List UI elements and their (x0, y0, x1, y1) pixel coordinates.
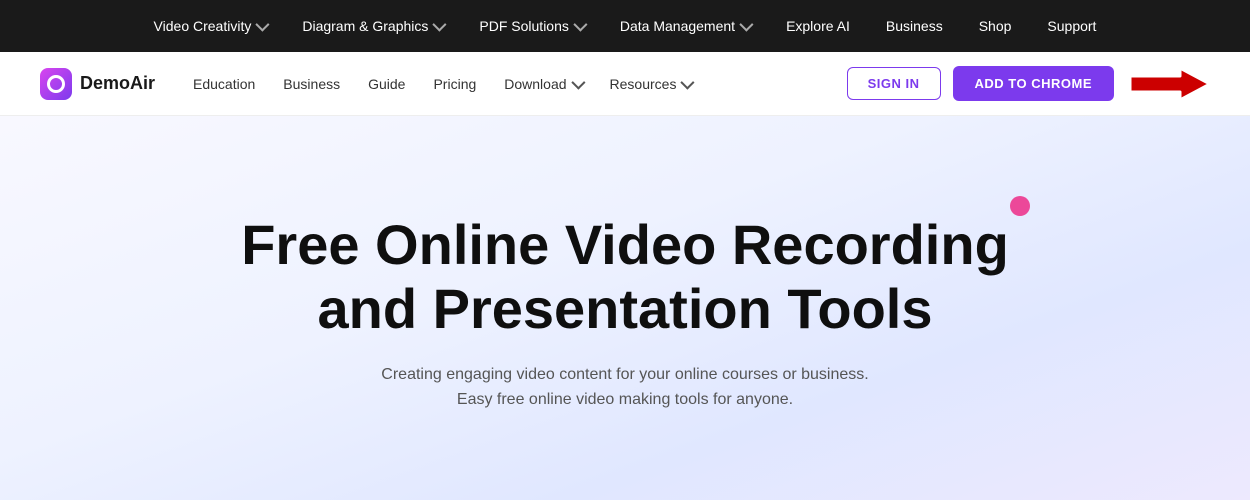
sec-nav-label: Business (283, 76, 340, 92)
top-nav-label: Explore AI (786, 18, 850, 34)
chevron-down-icon (256, 18, 270, 32)
decorative-dot (1010, 196, 1030, 216)
sec-nav-education[interactable]: Education (179, 52, 269, 116)
add-to-chrome-button[interactable]: ADD TO CHROME (953, 66, 1114, 101)
top-nav-label: Video Creativity (154, 18, 252, 34)
top-nav-label: Support (1047, 18, 1096, 34)
top-nav-video-creativity[interactable]: Video Creativity (136, 0, 285, 52)
top-nav-label: Diagram & Graphics (302, 18, 428, 34)
sec-nav-guide[interactable]: Guide (354, 52, 419, 116)
hero-subtitle-line1: Creating engaging video content for your… (381, 366, 868, 383)
hero-title: Free Online Video Recordingand Presentat… (241, 213, 1009, 342)
top-nav-pdf-solutions[interactable]: PDF Solutions (461, 0, 601, 52)
sec-nav-resources[interactable]: Resources (596, 52, 706, 116)
hero-subtitle: Creating engaging video content for your… (381, 362, 868, 413)
top-nav-label: Shop (979, 18, 1012, 34)
sec-nav-download[interactable]: Download (490, 52, 595, 116)
chevron-down-icon (739, 18, 753, 32)
sec-nav-business[interactable]: Business (269, 52, 354, 116)
top-nav-label: Business (886, 18, 943, 34)
top-nav-label: PDF Solutions (479, 18, 568, 34)
top-nav-explore-ai[interactable]: Explore AI (768, 0, 868, 52)
top-nav-label: Data Management (620, 18, 735, 34)
sec-nav-label: Download (504, 76, 566, 92)
sec-nav-pricing[interactable]: Pricing (419, 52, 490, 116)
logo-icon (40, 68, 72, 100)
chevron-down-icon (573, 18, 587, 32)
sign-in-button[interactable]: SIGN IN (847, 67, 941, 100)
top-nav-diagram-graphics[interactable]: Diagram & Graphics (284, 0, 461, 52)
sec-nav-label: Guide (368, 76, 405, 92)
top-nav-data-management[interactable]: Data Management (602, 0, 768, 52)
hero-subtitle-line2: Easy free online video making tools for … (457, 391, 793, 408)
logo-text: DemoAir (80, 73, 155, 94)
top-nav-support[interactable]: Support (1029, 0, 1114, 52)
sec-nav-label: Education (193, 76, 255, 92)
hero-section: Free Online Video Recordingand Presentat… (0, 116, 1250, 500)
secondary-navigation: DemoAir Education Business Guide Pricing… (0, 52, 1250, 116)
chevron-down-icon (433, 18, 447, 32)
chevron-down-icon (681, 75, 695, 89)
top-nav-business[interactable]: Business (868, 0, 961, 52)
arrow-indicator (1130, 64, 1210, 104)
top-navigation: Video Creativity Diagram & Graphics PDF … (0, 0, 1250, 52)
sec-nav-label: Pricing (433, 76, 476, 92)
sec-nav-label: Resources (610, 76, 677, 92)
arrow-icon (1130, 64, 1210, 104)
top-nav-shop[interactable]: Shop (961, 0, 1030, 52)
chevron-down-icon (571, 75, 585, 89)
logo-icon-circle (47, 75, 65, 93)
logo[interactable]: DemoAir (40, 68, 155, 100)
